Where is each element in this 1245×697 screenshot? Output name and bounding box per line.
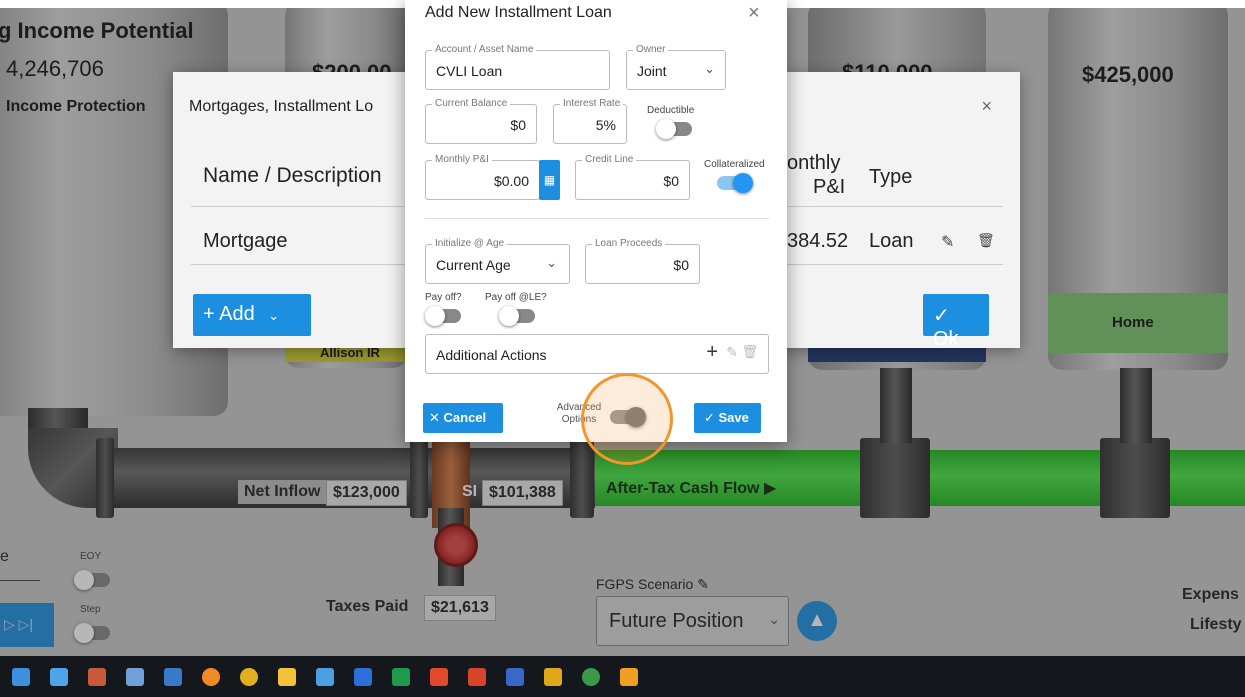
- collateralized-label: Collateralized: [704, 159, 765, 170]
- row-name: Mortgage: [203, 230, 288, 252]
- pay-off-le-toggle[interactable]: [499, 306, 535, 326]
- cancel-button[interactable]: ✕ Cancel: [423, 403, 503, 433]
- interest-rate-value: 5%: [595, 117, 616, 133]
- trash-icon[interactable]: 🗑: [741, 344, 758, 360]
- additional-actions-box[interactable]: Additional Actions + ✎ 🗑: [425, 334, 769, 374]
- add-loan-modal: Add New Installment Loan × Account / Ass…: [405, 0, 787, 465]
- add-button[interactable]: + Add ⌄: [193, 294, 311, 336]
- account-name-field[interactable]: Account / Asset Name CVLI Loan: [425, 44, 610, 90]
- vlc-icon[interactable]: [620, 668, 638, 686]
- owner-label: Owner: [633, 44, 669, 55]
- modal-title: Add New Installment Loan: [425, 4, 612, 21]
- additional-actions-label: Additional Actions: [436, 347, 547, 363]
- interest-rate-field[interactable]: Interest Rate 5%: [553, 98, 627, 144]
- row-monthly: 384.52: [787, 230, 849, 252]
- owner-value: Joint: [637, 63, 667, 79]
- chevron-down-icon: ⌄: [268, 308, 280, 323]
- current-balance-value: $0: [510, 117, 526, 133]
- calculator-icon[interactable]: [126, 668, 144, 686]
- pay-off-le-label: Pay off @LE?: [485, 292, 547, 303]
- row-delete-icon[interactable]: 🗑: [977, 232, 995, 249]
- app-icon[interactable]: [544, 668, 562, 686]
- credit-line-label: Credit Line: [582, 154, 637, 165]
- row-edit-icon[interactable]: ✎: [941, 232, 954, 252]
- ok-button-label: ✓ Ok: [933, 305, 959, 350]
- chevron-down-icon: ⌄: [546, 255, 557, 270]
- col-type-header: Type: [869, 166, 913, 188]
- deductible-toggle[interactable]: [656, 119, 692, 139]
- save-button[interactable]: ✓ Save: [694, 403, 761, 433]
- ok-button[interactable]: ✓ Ok: [923, 294, 989, 350]
- folder-icon[interactable]: [278, 668, 296, 686]
- calculator-icon[interactable]: ▦: [539, 160, 560, 200]
- deductible-label: Deductible: [647, 105, 695, 116]
- account-name-value: CVLI Loan: [436, 63, 503, 79]
- mortgages-panel-title: Mortgages, Installment Lo: [189, 98, 374, 115]
- settings-icon[interactable]: [316, 668, 334, 686]
- credit-line-value: $0: [663, 173, 679, 189]
- loan-proceeds-label: Loan Proceeds: [592, 238, 666, 249]
- initialize-age-label: Initialize @ Age: [432, 238, 508, 249]
- initialize-age-value: Current Age: [436, 257, 511, 273]
- credit-line-field[interactable]: Credit Line $0: [575, 154, 690, 200]
- modal-close-icon[interactable]: ×: [748, 2, 760, 25]
- current-balance-label: Current Balance: [432, 98, 511, 109]
- photos-icon[interactable]: [50, 668, 68, 686]
- pay-off-toggle[interactable]: [425, 306, 461, 326]
- paint-icon[interactable]: [88, 668, 106, 686]
- taskbar: [0, 656, 1245, 697]
- current-balance-field[interactable]: Current Balance $0: [425, 98, 537, 144]
- teams-icon[interactable]: [506, 668, 524, 686]
- pencil-icon[interactable]: ✎: [726, 344, 738, 361]
- col-name-header: Name / Description: [203, 164, 382, 187]
- monthly-pi-value: $0.00: [493, 173, 529, 189]
- pdf-icon[interactable]: [430, 668, 448, 686]
- modal-divider: [425, 218, 769, 219]
- firefox-icon[interactable]: [202, 668, 220, 686]
- add-button-label: + Add: [203, 303, 255, 325]
- monthly-pi-field[interactable]: Monthly P&I $0.00: [425, 154, 540, 200]
- col-monthly-header-2: P&I: [813, 176, 846, 198]
- chrome-icon[interactable]: [240, 668, 258, 686]
- excel-icon[interactable]: [392, 668, 410, 686]
- file-explorer-icon[interactable]: [12, 668, 30, 686]
- collateralized-toggle[interactable]: [717, 173, 753, 193]
- row-type: Loan: [869, 230, 914, 252]
- notepad-icon[interactable]: [164, 668, 182, 686]
- chrome-profile-icon[interactable]: [582, 668, 600, 686]
- advanced-options-highlight: [581, 373, 673, 465]
- account-name-label: Account / Asset Name: [432, 44, 537, 55]
- loan-proceeds-value: $0: [673, 257, 689, 273]
- zoom-icon[interactable]: [468, 668, 486, 686]
- monthly-pi-label: Monthly P&I: [432, 154, 492, 165]
- owner-select[interactable]: Owner Joint ⌄: [626, 44, 726, 90]
- col-monthly-header-1: onthly: [787, 152, 841, 174]
- interest-rate-label: Interest Rate: [560, 98, 624, 109]
- mortgages-close-icon[interactable]: ×: [981, 96, 992, 117]
- word-icon[interactable]: [354, 668, 372, 686]
- pay-off-label: Pay off?: [425, 292, 462, 303]
- initialize-age-select[interactable]: Initialize @ Age Current Age ⌄: [425, 238, 570, 284]
- chevron-down-icon: ⌄: [704, 61, 715, 76]
- loan-proceeds-field[interactable]: Loan Proceeds $0: [585, 238, 700, 284]
- plus-icon[interactable]: +: [706, 341, 718, 364]
